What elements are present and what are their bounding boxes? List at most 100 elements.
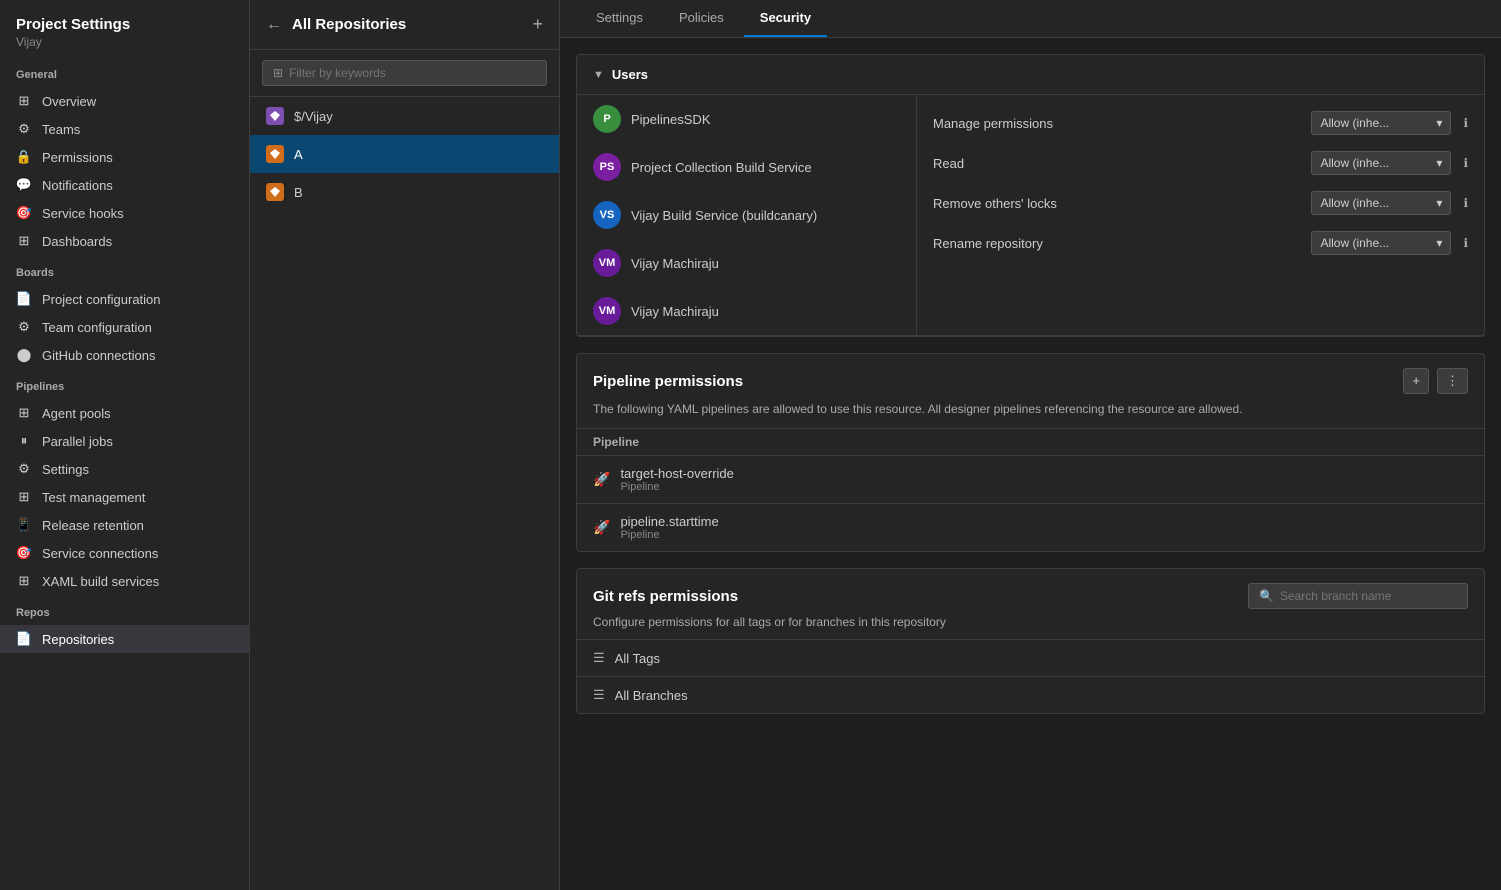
perm-select-chevron-manage-perms: ▾ bbox=[1436, 116, 1442, 130]
permissions-icon: 🔒 bbox=[16, 149, 32, 165]
search-branch-icon: 🔍 bbox=[1259, 589, 1274, 603]
sidebar-item-release-retention[interactable]: 📱Release retention bbox=[0, 511, 249, 539]
middle-panel-title: All Repositories bbox=[292, 16, 406, 33]
sidebar-item-test-management[interactable]: ⊞Test management bbox=[0, 483, 249, 511]
sidebar-subtitle: Vijay bbox=[16, 35, 233, 49]
sidebar-item-service-hooks[interactable]: 🎯 Service hooks bbox=[0, 199, 249, 227]
sidebar-item-label-agent-pools: Agent pools bbox=[42, 406, 111, 421]
pipeline-more-button[interactable]: ⋮ bbox=[1437, 368, 1468, 394]
back-button[interactable]: ← bbox=[266, 16, 282, 34]
github-connections-icon: ⬤ bbox=[16, 347, 32, 363]
perm-label-manage-perms: Manage permissions bbox=[933, 116, 1053, 131]
pipeline-permissions-desc: The following YAML pipelines are allowed… bbox=[577, 400, 1484, 428]
sidebar-section-label: Pipelines bbox=[0, 369, 249, 399]
user-avatar-pcbs: PS bbox=[593, 153, 621, 181]
user-item-vijay-m1[interactable]: VMVijay Machiraju bbox=[577, 239, 916, 287]
sidebar-item-service-connections[interactable]: 🎯Service connections bbox=[0, 539, 249, 567]
users-chevron[interactable]: ▼ bbox=[593, 69, 604, 81]
user-item-vijay-m2[interactable]: VMVijay Machiraju bbox=[577, 287, 916, 335]
sidebar-item-teams[interactable]: ⚙Teams bbox=[0, 115, 249, 143]
perm-select-text-remove-locks: Allow (inhe... bbox=[1320, 196, 1389, 210]
sidebar-item-settings[interactable]: ⚙Settings bbox=[0, 455, 249, 483]
overview-icon: ⊞ bbox=[16, 93, 32, 109]
sidebar-item-label-notifications: Notifications bbox=[42, 178, 113, 193]
perm-info-icon-read[interactable]: ℹ bbox=[1463, 156, 1468, 170]
sidebar-item-parallel-jobs[interactable]: ⏸Parallel jobs bbox=[0, 427, 249, 455]
tab-settings[interactable]: Settings bbox=[580, 0, 659, 37]
repo-name-B: B bbox=[294, 185, 303, 200]
sidebar-item-label-service-hooks: Service hooks bbox=[42, 206, 124, 221]
sidebar-item-xaml-build-services[interactable]: ⊞XAML build services bbox=[0, 567, 249, 595]
git-refs-header: Git refs permissions 🔍 bbox=[577, 569, 1484, 615]
sidebar-item-github-connections[interactable]: ⬤ GitHub connections bbox=[0, 341, 249, 369]
filter-input-container[interactable]: ⊞ bbox=[262, 60, 547, 86]
user-item-vijay-build[interactable]: VSVijay Build Service (buildcanary) bbox=[577, 191, 916, 239]
perm-row-read: ReadAllow (inhe...▾ℹ bbox=[917, 143, 1484, 183]
sidebar-nav: General⊞Overview⚙Teams🔒Permissions💬Notif… bbox=[0, 57, 249, 653]
sidebar-item-permissions[interactable]: 🔒 Permissions bbox=[0, 143, 249, 171]
perm-select-text-rename-repo: Allow (inhe... bbox=[1320, 236, 1389, 250]
middle-panel-header: ← All Repositories + bbox=[250, 0, 559, 50]
sidebar-item-label-permissions: Permissions bbox=[42, 150, 113, 165]
add-repo-button[interactable]: + bbox=[532, 14, 543, 35]
sidebar-item-label-test-management: Test management bbox=[42, 490, 145, 505]
perm-label-remove-locks: Remove others' locks bbox=[933, 196, 1057, 211]
git-refs-title: Git refs permissions bbox=[593, 588, 738, 605]
service-hooks-icon: 🎯 bbox=[16, 205, 32, 221]
tab-security[interactable]: Security bbox=[744, 0, 827, 37]
repo-item-vijay[interactable]: $/Vijay bbox=[250, 97, 559, 135]
search-branch-input[interactable] bbox=[1280, 589, 1457, 603]
pipeline-icon-pipeline-starttime: 🚀 bbox=[593, 519, 610, 536]
sidebar-item-label-repositories: Repositories bbox=[42, 632, 114, 647]
sidebar-item-agent-pools[interactable]: ⊞ Agent pools bbox=[0, 399, 249, 427]
sidebar-item-overview[interactable]: ⊞ Overview bbox=[0, 87, 249, 115]
sidebar-item-dashboards[interactable]: ⊞Dashboards bbox=[0, 227, 249, 255]
perm-select-manage-perms[interactable]: Allow (inhe...▾ bbox=[1311, 111, 1451, 135]
gitrefs-label-all-branches: All Branches bbox=[615, 688, 688, 703]
perm-select-read[interactable]: Allow (inhe...▾ bbox=[1311, 151, 1451, 175]
gitrefs-icon-all-branches: ☰ bbox=[593, 687, 605, 703]
agent-pools-icon: ⊞ bbox=[16, 405, 32, 421]
sidebar-item-repositories[interactable]: 📄 Repositories bbox=[0, 625, 249, 653]
pipeline-add-button[interactable]: + bbox=[1403, 368, 1429, 394]
perm-select-text-read: Allow (inhe... bbox=[1320, 156, 1389, 170]
sidebar-item-label-github-connections: GitHub connections bbox=[42, 348, 155, 363]
perm-select-rename-repo[interactable]: Allow (inhe... ▾ bbox=[1311, 231, 1451, 255]
perm-select-remove-locks[interactable]: Allow (inhe... ▾ bbox=[1311, 191, 1451, 215]
perm-info-icon-manage-perms[interactable]: ℹ bbox=[1463, 116, 1468, 130]
sidebar-item-notifications[interactable]: 💬Notifications bbox=[0, 171, 249, 199]
parallel-jobs-icon: ⏸ bbox=[16, 433, 32, 449]
sidebar-title: Project Settings bbox=[16, 16, 233, 33]
user-name-pipelines-sdk: PipelinesSDK bbox=[631, 112, 711, 127]
sidebar-item-label-overview: Overview bbox=[42, 94, 96, 109]
filter-input[interactable] bbox=[289, 66, 536, 80]
sidebar-item-label-settings: Settings bbox=[42, 462, 89, 477]
repo-item-A[interactable]: A bbox=[250, 135, 559, 173]
user-name-pcbs: Project Collection Build Service bbox=[631, 160, 812, 175]
repo-name-A: A bbox=[294, 147, 303, 162]
repo-icon-vijay bbox=[266, 107, 284, 125]
user-item-pipelines-sdk[interactable]: PPipelinesSDK bbox=[577, 95, 916, 143]
sidebar-section-label: Boards bbox=[0, 255, 249, 285]
sidebar-item-team-configuration[interactable]: ⚙Team configuration bbox=[0, 313, 249, 341]
users-section: ▼ Users PPipelinesSDKPSProject Collectio… bbox=[576, 54, 1485, 337]
pipeline-item-target-host[interactable]: 🚀target-host-overridePipeline bbox=[577, 456, 1484, 504]
user-avatar-vijay-m1: VM bbox=[593, 249, 621, 277]
repo-item-B[interactable]: B bbox=[250, 173, 559, 211]
perm-info-icon-rename-repo[interactable]: ℹ bbox=[1463, 236, 1468, 250]
gitrefs-item-all-branches[interactable]: ☰ All Branches bbox=[577, 676, 1484, 713]
teams-icon: ⚙ bbox=[16, 121, 32, 137]
pipeline-items: 🚀target-host-overridePipeline🚀pipeline.s… bbox=[577, 456, 1484, 551]
user-item-pcbs[interactable]: PS Project Collection Build Service bbox=[577, 143, 916, 191]
repositories-icon: 📄 bbox=[16, 631, 32, 647]
perm-select-chevron-remove-locks: ▾ bbox=[1436, 196, 1442, 210]
search-branch-container[interactable]: 🔍 bbox=[1248, 583, 1468, 609]
service-connections-icon: 🎯 bbox=[16, 545, 32, 561]
pipeline-item-pipeline-starttime[interactable]: 🚀pipeline.starttimePipeline bbox=[577, 504, 1484, 551]
gitrefs-item-all-tags[interactable]: ☰All Tags bbox=[577, 639, 1484, 676]
sidebar-item-project-configuration[interactable]: 📄Project configuration bbox=[0, 285, 249, 313]
perm-info-icon-remove-locks[interactable]: ℹ bbox=[1463, 196, 1468, 210]
tab-policies[interactable]: Policies bbox=[663, 0, 740, 37]
filter-icon: ⊞ bbox=[273, 66, 283, 80]
perm-select-chevron-rename-repo: ▾ bbox=[1436, 236, 1442, 250]
